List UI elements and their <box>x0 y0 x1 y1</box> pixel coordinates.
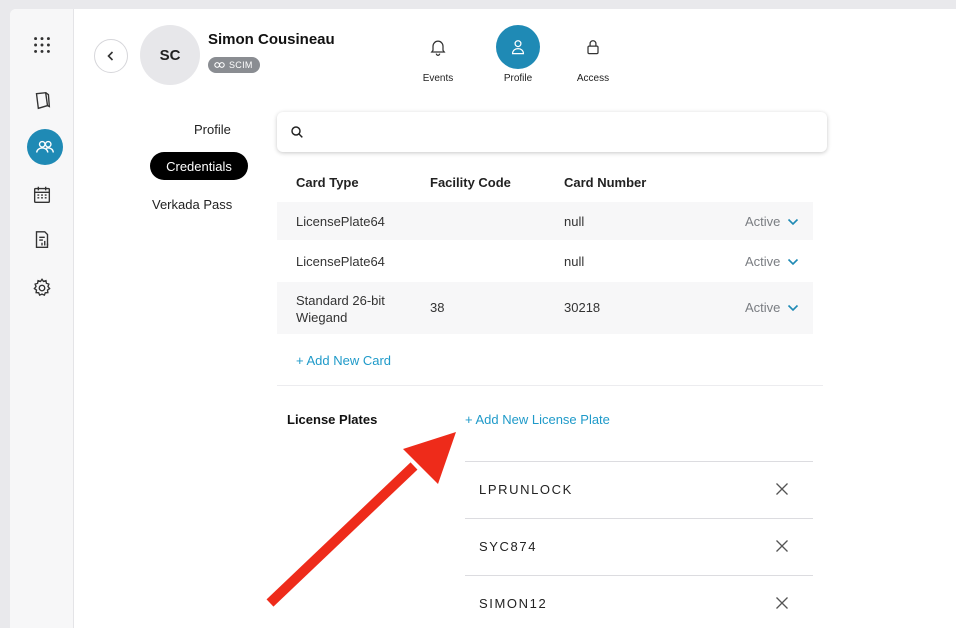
app-grid-icon[interactable] <box>28 31 56 59</box>
cell-card-number: 30218 <box>564 300 601 315</box>
status-label: Active <box>745 214 781 229</box>
list-item: LPRUNLOCK <box>465 461 813 518</box>
header-facility-code[interactable]: Facility Code <box>430 175 511 190</box>
subnav-profile[interactable]: Profile <box>194 122 231 137</box>
add-license-plate-link[interactable]: + Add New License Plate <box>465 412 610 427</box>
main-content: SC Simon Cousineau SCIM Events Profile A… <box>74 9 956 628</box>
close-icon[interactable] <box>773 594 791 612</box>
license-plate-text: LPRUNLOCK <box>479 482 573 497</box>
cell-card-number: null <box>564 214 585 229</box>
app-window: SC Simon Cousineau SCIM Events Profile A… <box>10 9 956 628</box>
tab-profile[interactable]: Profile <box>488 25 548 84</box>
back-button[interactable] <box>94 39 128 73</box>
chevron-down-icon <box>788 304 799 311</box>
add-new-card-link[interactable]: + Add New Card <box>296 353 391 368</box>
gear-icon[interactable] <box>28 274 56 302</box>
chevron-left-icon <box>107 51 114 61</box>
user-name: Simon Cousineau <box>208 31 335 48</box>
list-item: SIMON12 <box>465 575 813 628</box>
subnav-credentials-label: Credentials <box>166 158 232 174</box>
status-dropdown[interactable]: Active <box>745 300 800 315</box>
table-row[interactable]: Standard 26-bit Wiegand 38 30218 Active <box>277 282 813 334</box>
subnav-verkada-pass[interactable]: Verkada Pass <box>152 197 232 212</box>
tab-access-label: Access <box>576 73 610 84</box>
cell-card-type: LicensePlate64 <box>296 254 385 269</box>
status-label: Active <box>745 254 781 269</box>
users-icon[interactable] <box>27 129 63 165</box>
scim-badge: SCIM <box>208 57 260 73</box>
person-icon <box>496 25 540 69</box>
cell-card-type: Standard 26-bit Wiegand <box>296 293 385 325</box>
reports-icon[interactable] <box>28 226 56 254</box>
close-icon[interactable] <box>773 480 791 498</box>
link-icon <box>214 62 225 68</box>
header-card-number[interactable]: Card Number <box>564 175 646 190</box>
status-dropdown[interactable]: Active <box>745 254 800 269</box>
cell-card-type: LicensePlate64 <box>296 214 385 229</box>
chevron-down-icon <box>788 218 799 225</box>
avatar-initials: SC <box>159 46 181 64</box>
tab-events[interactable]: Events <box>408 25 468 84</box>
section-divider <box>277 385 823 386</box>
scim-badge-label: SCIM <box>229 60 253 70</box>
subnav-credentials[interactable]: Credentials <box>150 152 248 180</box>
tab-events-label: Events <box>422 73 454 84</box>
license-plate-text: SYC874 <box>479 539 538 554</box>
status-dropdown[interactable]: Active <box>745 214 800 229</box>
search-box[interactable] <box>277 112 827 152</box>
tab-access[interactable]: Access <box>563 25 623 84</box>
chevron-down-icon <box>788 258 799 265</box>
cell-card-number: null <box>564 254 585 269</box>
bell-icon <box>416 25 460 69</box>
status-label: Active <box>745 300 781 315</box>
tab-profile-label: Profile <box>503 73 533 84</box>
license-plates-title: License Plates <box>287 412 378 427</box>
search-input[interactable] <box>313 124 813 140</box>
license-plate-text: SIMON12 <box>479 596 548 611</box>
search-icon <box>291 126 303 138</box>
table-row[interactable]: LicensePlate64 null Active <box>277 202 813 240</box>
door-icon[interactable] <box>28 87 56 115</box>
header-card-type[interactable]: Card Type <box>296 175 359 190</box>
close-icon[interactable] <box>773 537 791 555</box>
lock-icon <box>571 25 615 69</box>
avatar: SC <box>140 25 200 85</box>
cell-facility-code: 38 <box>430 300 445 315</box>
calendar-icon[interactable] <box>28 181 56 209</box>
table-row[interactable]: LicensePlate64 null Active <box>277 242 813 280</box>
side-rail <box>10 9 74 628</box>
list-item: SYC874 <box>465 518 813 575</box>
